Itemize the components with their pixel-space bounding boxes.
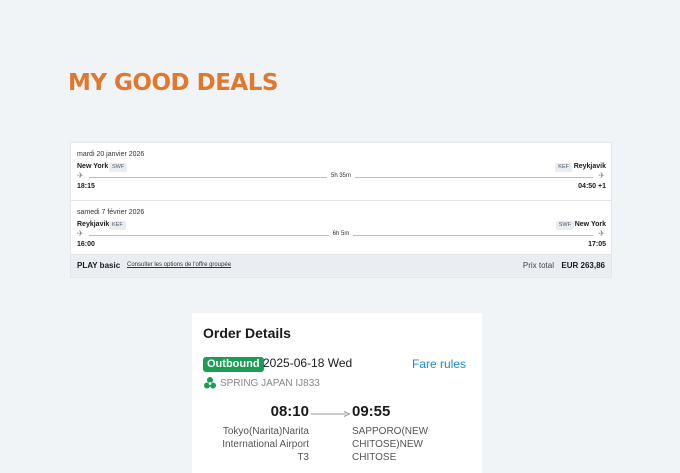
destination-city: Reykjavik xyxy=(573,163,606,170)
landing-icon: ✈ xyxy=(598,171,605,180)
departure-time: 18:15 xyxy=(77,183,95,190)
origin-code: KEF xyxy=(109,221,126,230)
duration: 5h 35m xyxy=(71,172,611,181)
arrow-right-icon xyxy=(311,411,350,417)
duration: 6h 5m xyxy=(71,230,611,239)
destination-code: SWF xyxy=(555,221,574,230)
flight-leg-return: samedi 7 février 2026 Reykjavik KEF SWF … xyxy=(71,200,611,257)
leg-date: mardi 20 janvier 2026 xyxy=(77,151,145,158)
fare-name: PLAY basic xyxy=(77,261,121,270)
spring-logo-icon xyxy=(204,377,216,389)
outbound-badge: Outbound xyxy=(203,357,264,372)
fare-rules-link[interactable]: Fare rules xyxy=(412,357,466,371)
departure-time: 16:00 xyxy=(77,241,95,248)
origin-code: SWF xyxy=(109,163,128,172)
leg-date: samedi 7 février 2026 xyxy=(77,209,145,216)
flight-date: 2025-06-18 Wed xyxy=(263,356,353,370)
origin-city: Reykjavik xyxy=(77,221,110,228)
arrival-time: 04:50 +1 xyxy=(578,183,606,190)
deal-card[interactable]: mardi 20 janvier 2026 New York SWF KEF R… xyxy=(70,142,612,278)
arrival-airport: SAPPORO(NEW CHITOSE)NEW CHITOSE xyxy=(352,426,429,463)
departure-airport: Tokyo(Narita)Narita International Airpor… xyxy=(222,426,309,463)
departure-time: 08:10 xyxy=(270,403,309,420)
airline-flight: SPRING JAPAN IJ833 xyxy=(220,378,320,389)
arrival-time: 17:05 xyxy=(588,241,606,248)
origin-city: New York xyxy=(77,163,109,170)
deal-footer: PLAY basic Consulter les options de l'of… xyxy=(71,254,611,277)
destination-city: New York xyxy=(574,221,606,228)
order-details-card: Order Details Outbound 2025-06-18 Wed Fa… xyxy=(192,313,482,473)
landing-icon: ✈ xyxy=(598,229,605,238)
total-price: EUR 263,86 xyxy=(561,261,605,270)
destination-code: KEF xyxy=(555,163,572,172)
flight-leg-outbound: mardi 20 janvier 2026 New York SWF KEF R… xyxy=(71,143,611,199)
fare-options-link[interactable]: Consulter les options de l'offre groupée xyxy=(127,262,231,268)
total-price-label: Prix total xyxy=(522,261,554,270)
page-title: MY GOOD DEALS xyxy=(68,70,278,96)
order-title: Order Details xyxy=(203,325,291,341)
arrival-time: 09:55 xyxy=(352,403,391,420)
